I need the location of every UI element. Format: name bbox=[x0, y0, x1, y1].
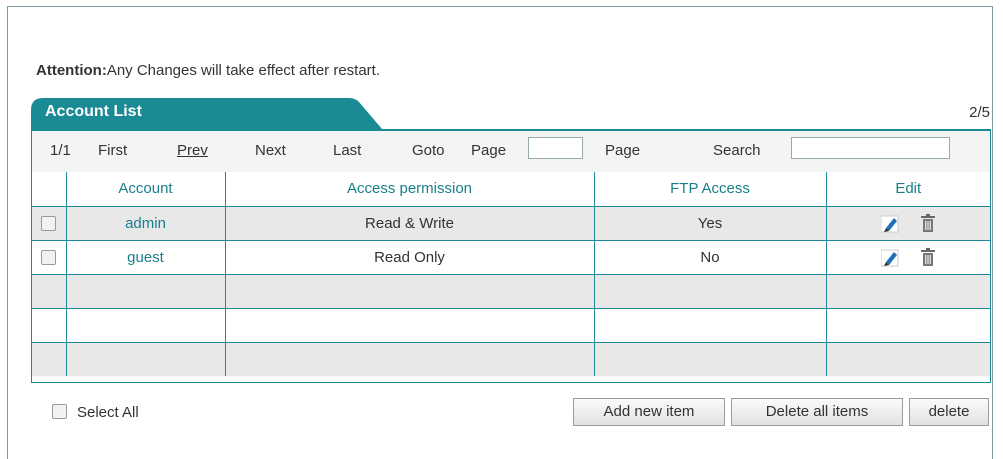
delete-button[interactable]: delete bbox=[909, 398, 989, 426]
add-new-item-button[interactable]: Add new item bbox=[573, 398, 725, 426]
pager-goto-button[interactable]: Goto bbox=[412, 142, 445, 159]
select-all-label: Select All bbox=[77, 404, 139, 421]
select-all[interactable]: Select All bbox=[52, 403, 139, 421]
account-name: admin bbox=[65, 205, 226, 241]
account-name: guest bbox=[65, 239, 226, 275]
ftp-access: No bbox=[593, 239, 827, 275]
pencil-icon[interactable] bbox=[881, 247, 899, 267]
pencil-icon[interactable] bbox=[881, 213, 899, 233]
empty-row bbox=[32, 273, 990, 309]
pager-last-link[interactable]: Last bbox=[333, 142, 361, 159]
pager-page-label: Page bbox=[471, 142, 507, 159]
attention-message: Attention:Any Changes will take effect a… bbox=[36, 62, 380, 79]
search-input[interactable] bbox=[791, 137, 950, 159]
empty-row bbox=[32, 307, 990, 343]
row-checkbox[interactable] bbox=[41, 250, 57, 266]
row-checkbox[interactable] bbox=[41, 216, 57, 232]
row-checkbox-cell bbox=[32, 239, 67, 275]
header-ftp-access: FTP Access bbox=[593, 172, 827, 207]
header-checkbox-cell bbox=[32, 172, 67, 207]
trash-icon[interactable] bbox=[921, 214, 936, 232]
delete-all-items-button[interactable]: Delete all items bbox=[731, 398, 903, 426]
account-list-tab: Account List bbox=[31, 98, 382, 130]
attention-label: Attention: bbox=[36, 62, 107, 79]
page-count: 2/5 bbox=[969, 104, 990, 121]
access-permission: Read & Write bbox=[224, 205, 595, 241]
search-label: Search bbox=[713, 142, 761, 159]
pager-bar: 1/1 First Prev Next Last Goto Page Page … bbox=[32, 131, 990, 172]
access-permission: Read Only bbox=[224, 239, 595, 275]
account-table: Account Access permission FTP Access Edi… bbox=[32, 172, 990, 376]
account-panel: 1/1 First Prev Next Last Goto Page Page … bbox=[31, 129, 991, 383]
row-checkbox-cell bbox=[32, 205, 67, 241]
table-row: admin Read & Write Yes bbox=[32, 205, 990, 241]
pager-page-suffix: Page bbox=[605, 142, 641, 159]
pager-current: 1/1 bbox=[50, 142, 71, 159]
trash-icon[interactable] bbox=[921, 248, 936, 266]
page-number-input[interactable] bbox=[528, 137, 583, 159]
tab-title: Account List bbox=[45, 103, 142, 120]
attention-text: Any Changes will take effect after resta… bbox=[106, 62, 380, 79]
edit-cell bbox=[825, 205, 990, 241]
ftp-access: Yes bbox=[593, 205, 827, 241]
select-all-checkbox[interactable] bbox=[52, 403, 67, 419]
header-account: Account bbox=[65, 172, 226, 207]
pager-first-link[interactable]: First bbox=[98, 142, 127, 159]
table-header-row: Account Access permission FTP Access Edi… bbox=[32, 172, 990, 207]
table-row: guest Read Only No bbox=[32, 239, 990, 275]
edit-cell bbox=[825, 239, 990, 275]
pager-prev-link[interactable]: Prev bbox=[177, 142, 208, 159]
empty-row bbox=[32, 341, 990, 376]
pager-next-link[interactable]: Next bbox=[255, 142, 286, 159]
header-edit: Edit bbox=[825, 172, 990, 207]
header-access-permission: Access permission bbox=[224, 172, 595, 207]
